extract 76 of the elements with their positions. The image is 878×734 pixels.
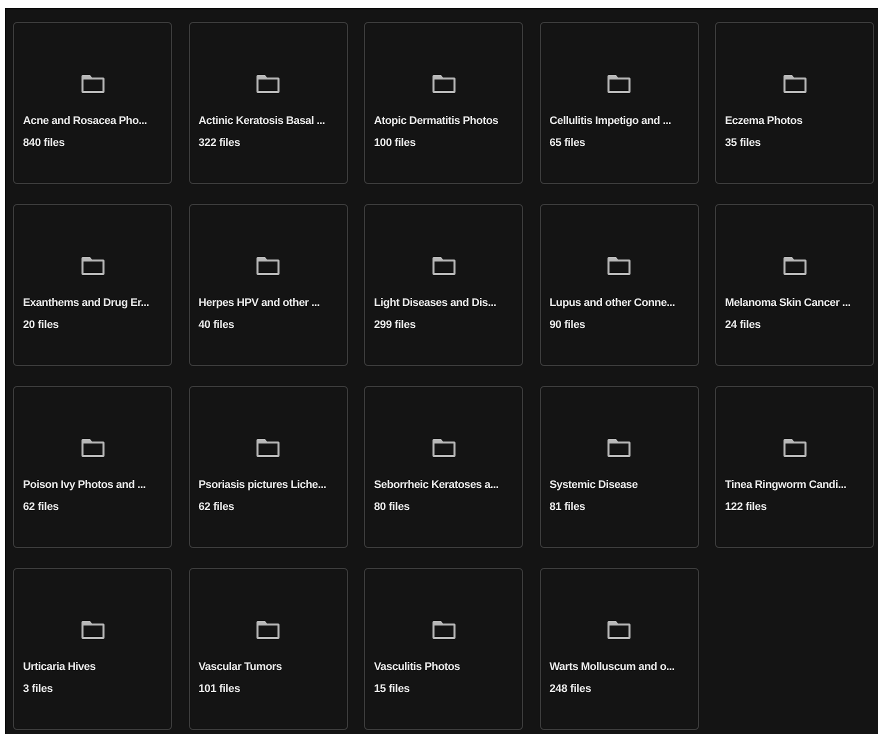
folder-card[interactable]: Urticaria Hives 3 files [13,568,172,730]
folder-icon [607,74,631,94]
folder-name: Vascular Tumors [198,661,283,673]
folder-icon [607,438,631,458]
file-count: 35 files [725,137,762,149]
file-count: 322 files [198,137,242,149]
folder-name: Herpes HPV and other ... [198,297,321,309]
folder-card[interactable]: Acne and Rosacea Pho... 840 files [13,22,172,184]
folder-name: Systemic Disease [550,479,639,491]
folder-icon [432,620,456,640]
file-count: 90 files [550,319,586,331]
folder-card[interactable]: Lupus and other Conne... 90 files [540,204,698,366]
folder-icon [80,438,104,458]
folder-card[interactable]: Tinea Ringworm Candi... 122 files [715,386,874,548]
file-count: 40 files [198,319,236,331]
file-count: 15 files [374,683,411,695]
file-count: 62 files [23,501,60,513]
folder-name: Seborrheic Keratoses a... [374,479,500,491]
file-count: 299 files [374,319,417,331]
folder-icon [80,74,104,94]
folder-icon [782,438,806,458]
folder-card[interactable]: Warts Molluscum and o... 248 files [540,568,698,730]
folder-card[interactable]: Seborrheic Keratoses a... 80 files [364,386,523,548]
folder-card[interactable]: Exanthems and Drug Er... 20 files [13,204,172,366]
folder-icon [432,256,456,276]
folder-name: Light Diseases and Dis... [374,297,498,309]
folder-name: Cellulitis Impetigo and ... [550,115,672,127]
folder-card[interactable]: Eczema Photos 35 files [715,22,874,184]
folder-name: Tinea Ringworm Candi... [725,479,848,491]
folder-card[interactable]: Herpes HPV and other ... 40 files [188,204,348,366]
folder-icon [256,620,280,640]
folder-card[interactable]: Light Diseases and Dis... 299 files [364,204,523,366]
folder-card[interactable]: Cellulitis Impetigo and ... 65 files [540,22,698,184]
file-count: 100 files [374,137,417,149]
file-count: 101 files [198,683,242,695]
folder-card[interactable]: Vasculitis Photos 15 files [364,568,523,730]
folder-name: Melanoma Skin Cancer ... [725,297,852,309]
folder-icon [80,256,104,276]
folder-icon [432,438,456,458]
folder-name: Poison Ivy Photos and ... [23,479,147,491]
folder-card[interactable]: Atopic Dermatitis Photos 100 files [364,22,523,184]
folder-name: Vasculitis Photos [374,661,461,673]
folder-card[interactable]: Melanoma Skin Cancer ... 24 files [715,204,874,366]
folder-icon [607,620,631,640]
folder-icon [607,256,631,276]
file-count: 248 files [550,683,592,695]
file-count: 65 files [550,137,586,149]
folder-icon [80,620,104,640]
file-count: 81 files [550,501,586,513]
file-count: 840 files [23,137,66,149]
folder-card[interactable]: Psoriasis pictures Liche... 62 files [188,386,348,548]
file-count: 24 files [725,319,762,331]
folder-icon [782,74,806,94]
file-count: 62 files [198,501,236,513]
folder-name: Psoriasis pictures Liche... [198,479,328,491]
folder-icon [256,256,280,276]
folder-icon [256,438,280,458]
folder-name: Warts Molluscum and o... [550,661,676,673]
folder-name: Eczema Photos [725,115,804,127]
folder-icon [432,74,456,94]
folder-card[interactable]: Vascular Tumors 101 files [188,568,348,730]
file-count: 122 files [725,501,768,513]
folder-name: Atopic Dermatitis Photos [374,115,500,127]
file-count: 80 files [374,501,411,513]
folder-name: Exanthems and Drug Er... [23,297,150,309]
folder-name: Acne and Rosacea Pho... [23,115,148,127]
folder-card[interactable]: Poison Ivy Photos and ... 62 files [13,386,172,548]
file-count: 20 files [23,319,60,331]
file-count: 3 files [23,683,54,695]
folder-card[interactable]: Systemic Disease 81 files [540,386,698,548]
folder-icon [256,74,280,94]
folder-name: Actinic Keratosis Basal ... [198,115,326,127]
folder-icon [782,256,806,276]
folder-card[interactable]: Actinic Keratosis Basal ... 322 files [188,22,348,184]
folder-name: Urticaria Hives [23,661,97,673]
folder-name: Lupus and other Conne... [550,297,676,309]
